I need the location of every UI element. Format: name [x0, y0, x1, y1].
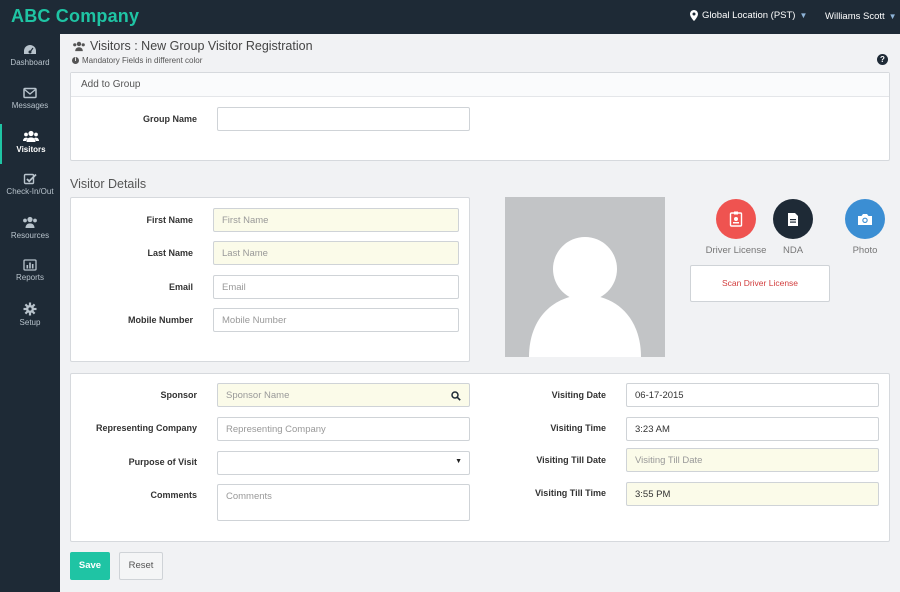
gear-icon — [23, 302, 37, 316]
visiting-time-input[interactable]: 3:23 AM — [626, 417, 879, 441]
avatar-silhouette-icon — [529, 237, 641, 357]
mandatory-note: i Mandatory Fields in different color — [72, 56, 202, 65]
first-name-label: First Name — [146, 215, 193, 225]
panel-header: Add to Group — [71, 73, 889, 97]
info-icon: i — [72, 57, 79, 64]
user-name: Williams Scott — [825, 11, 885, 22]
sidebar: Dashboard Messages Visitors Check-In/Out… — [0, 34, 60, 592]
visiting-till-time-label: Visiting Till Time — [534, 488, 606, 498]
purpose-of-visit-label: Purpose of Visit — [128, 457, 197, 467]
chevron-down-icon: ▼ — [455, 458, 462, 465]
sidebar-item-dashboard[interactable]: Dashboard — [0, 38, 60, 78]
camera-icon — [858, 213, 872, 225]
sidebar-item-label: Dashboard — [10, 58, 50, 67]
photo-button[interactable] — [845, 199, 885, 239]
nda-label: NDA — [782, 245, 804, 256]
visiting-till-date-input[interactable]: Visiting Till Date — [626, 448, 879, 472]
first-name-input[interactable]: First Name — [213, 208, 459, 232]
id-badge-icon — [729, 211, 743, 227]
driver-license-label: Driver License — [705, 245, 767, 256]
visitor-details-title: Visitor Details — [70, 177, 147, 191]
save-button[interactable]: Save — [70, 552, 110, 580]
reset-button[interactable]: Reset — [119, 552, 163, 580]
representing-company-input[interactable]: Representing Company — [217, 417, 470, 441]
page-title: Visitors : New Group Visitor Registratio… — [72, 39, 313, 53]
driver-license-button[interactable] — [716, 199, 756, 239]
sidebar-item-label: Check-In/Out — [6, 187, 54, 196]
mandatory-note-text: Mandatory Fields in different color — [82, 56, 203, 65]
visiting-till-time-input[interactable]: 3:55 PM — [626, 482, 879, 506]
visitor-photo-placeholder — [505, 197, 665, 357]
envelope-icon — [23, 87, 37, 99]
last-name-label: Last Name — [147, 248, 193, 258]
comments-textarea[interactable]: Comments — [217, 484, 470, 521]
purpose-of-visit-select[interactable]: ▼ — [217, 451, 470, 475]
comments-label: Comments — [150, 490, 197, 500]
sidebar-item-label: Visitors — [16, 145, 46, 154]
sidebar-item-check-in-out[interactable]: Check-In/Out — [0, 167, 60, 207]
chevron-down-icon: ▼ — [799, 11, 808, 20]
mobile-number-label: Mobile Number — [127, 315, 193, 325]
visiting-date-input[interactable]: 06-17-2015 — [626, 383, 879, 407]
email-label: Email — [168, 282, 193, 292]
page-title-text: Visitors : New Group Visitor Registratio… — [90, 39, 313, 53]
search-icon[interactable] — [451, 391, 461, 401]
last-name-input[interactable]: Last Name — [213, 241, 459, 265]
sidebar-item-label: Reports — [15, 273, 44, 282]
group-name-label: Group Name — [142, 114, 197, 124]
help-icon[interactable]: ? — [877, 54, 888, 65]
nda-button[interactable] — [773, 199, 813, 239]
location-label: Global Location (PST) — [702, 10, 796, 21]
checkbox-icon — [23, 173, 37, 185]
sponsor-label: Sponsor — [160, 390, 197, 400]
dashboard-icon — [24, 45, 36, 54]
visiting-till-date-label: Visiting Till Date — [536, 455, 606, 465]
sidebar-item-reports[interactable]: Reports — [0, 253, 60, 293]
bar-chart-icon — [23, 259, 37, 271]
document-icon — [788, 212, 798, 226]
visiting-date-label: Visiting Date — [551, 390, 606, 400]
sidebar-item-messages[interactable]: Messages — [0, 81, 60, 121]
users-icon — [23, 130, 39, 142]
sidebar-item-setup[interactable]: Setup — [0, 296, 60, 336]
scan-driver-license-button[interactable]: Scan Driver License — [690, 265, 830, 302]
sidebar-item-visitors[interactable]: Visitors — [0, 124, 60, 164]
sponsor-placeholder: Sponsor Name — [226, 390, 290, 401]
users-icon — [73, 41, 85, 51]
email-field[interactable]: Email — [213, 275, 459, 299]
brand-logo[interactable]: ABC Company — [11, 6, 139, 27]
sidebar-item-label: Messages — [11, 101, 49, 110]
top-bar: ABC Company Global Location (PST) ▼ Will… — [0, 0, 900, 34]
location-selector[interactable]: Global Location (PST) ▼ — [690, 10, 807, 21]
visiting-time-label: Visiting Time — [550, 423, 606, 433]
map-pin-icon — [690, 10, 698, 21]
group-icon — [23, 216, 37, 228]
sponsor-input[interactable]: Sponsor Name — [217, 383, 470, 407]
chevron-down-icon: ▼ — [888, 12, 897, 21]
sidebar-item-resources[interactable]: Resources — [0, 210, 60, 250]
representing-company-label: Representing Company — [95, 423, 197, 433]
sidebar-item-label: Resources — [10, 231, 50, 240]
photo-label: Photo — [852, 245, 878, 256]
group-name-input[interactable] — [217, 107, 470, 131]
sidebar-item-label: Setup — [19, 318, 41, 327]
user-menu[interactable]: Williams Scott ▼ — [825, 11, 897, 22]
mobile-number-field[interactable]: Mobile Number — [213, 308, 459, 332]
